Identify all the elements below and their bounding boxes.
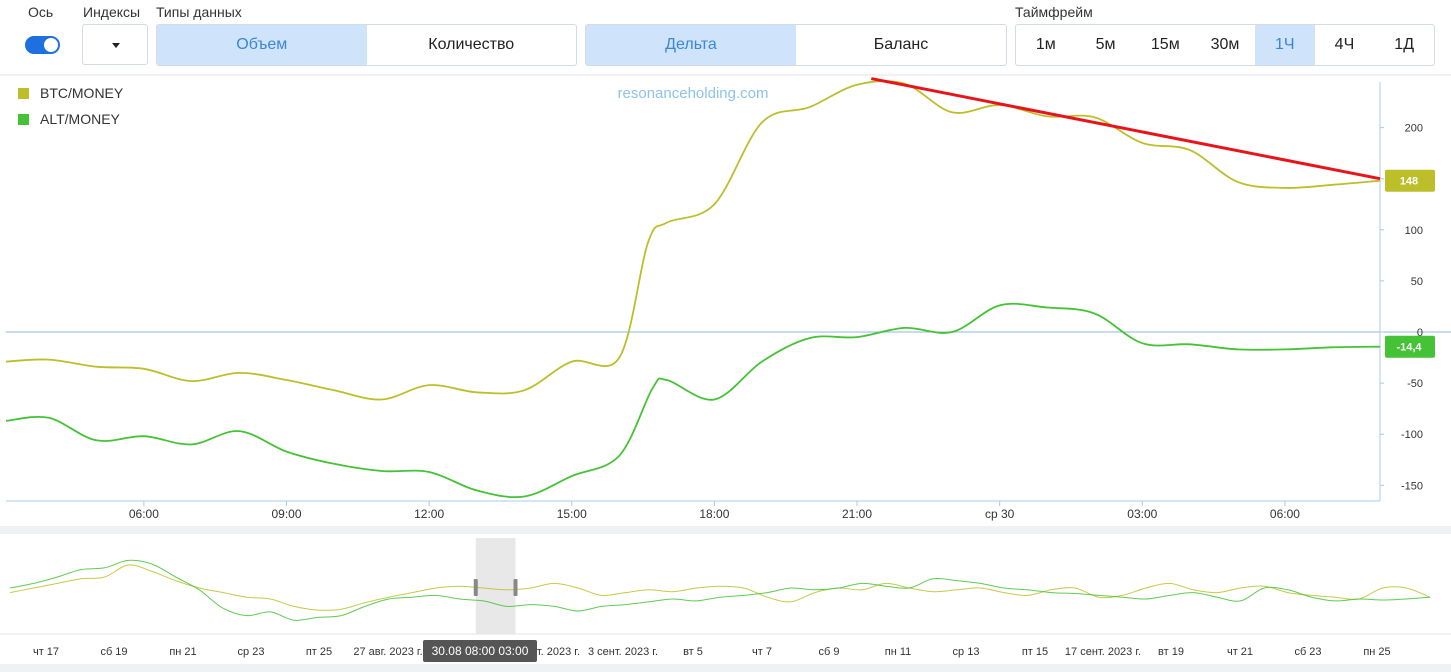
axis-toggle[interactable]	[25, 36, 60, 54]
legend-label: ALT/MONEY	[40, 111, 121, 127]
watermark: resonanceholding.com	[618, 85, 769, 102]
indexes-dropdown[interactable]	[82, 24, 148, 65]
navigator-selection	[475, 538, 516, 634]
y-tick-label: -100	[1401, 429, 1423, 441]
timeframe-1d-button[interactable]: 1Д	[1374, 25, 1434, 65]
navigator-handle[interactable]	[513, 579, 518, 596]
data-type-selector: Объем Количество	[156, 24, 577, 66]
navigator-tick-label: вт 5	[683, 646, 703, 658]
indexes-label: Индексы	[83, 4, 141, 20]
last-value-label: 148	[1400, 176, 1418, 188]
timeframe-1m-button[interactable]: 1м	[1016, 25, 1076, 65]
data-type-volume-button[interactable]: Объем	[157, 25, 367, 65]
navigator-tick-label: пн 11	[885, 646, 912, 658]
x-tick-label: 15:00	[557, 507, 587, 521]
data-type-count-button[interactable]: Количество	[367, 25, 577, 65]
navigator-tick-label: 3 сент. 2023 г.	[588, 646, 658, 658]
chart-panel: 200150100500-50-100-15006:0009:0012:0015…	[0, 76, 1451, 526]
trend-line	[870, 77, 1381, 181]
x-tick-label: ср 30	[985, 507, 1015, 521]
navigator-line-alt	[9, 559, 1431, 621]
caret-down-icon	[112, 43, 120, 48]
y-tick-label: -50	[1407, 378, 1423, 390]
cursor-tooltip-label: 30.08 08:00 03:00	[432, 644, 529, 658]
navigator-handle[interactable]	[473, 579, 478, 596]
timeframe-5m-button[interactable]: 5м	[1076, 25, 1136, 65]
data-types-label: Типы данных	[156, 4, 242, 20]
navigator-tick-label: пн 25	[1363, 646, 1390, 658]
y-tick-label: 200	[1405, 123, 1423, 135]
x-tick-label: 21:00	[842, 507, 872, 521]
timeframe-4h-button[interactable]: 4Ч	[1315, 25, 1375, 65]
navigator-line-btc	[9, 564, 1431, 611]
x-tick-label: 12:00	[414, 507, 444, 521]
navigator-tick-label: 27 авг. 2023 г.	[353, 646, 422, 658]
timeframe-15m-button[interactable]: 15м	[1135, 25, 1195, 65]
timeframe-selector: 1м 5м 15м 30м 1Ч 4Ч 1Д	[1015, 24, 1435, 66]
navigator-panel: чт 17 сб 19 пн 21 ср 23 пт 25 27 авг. 2023 г.…	[0, 534, 1451, 664]
navigator-tick-label: пт 15	[1022, 646, 1048, 658]
navigator-tick-label: сб 23	[1294, 646, 1321, 658]
navigator-tick-label: сб 9	[819, 646, 840, 658]
view-delta-button[interactable]: Дельта	[586, 25, 796, 65]
navigator-tick-label: чт 21	[1227, 646, 1253, 658]
view-selector: Дельта Баланс	[585, 24, 1007, 66]
navigator-tick-label: чт 17	[33, 646, 59, 658]
view-balance-button[interactable]: Баланс	[796, 25, 1006, 65]
x-tick-label: 09:00	[271, 507, 301, 521]
navigator-tick-label: сб 19	[100, 646, 127, 658]
series-line-alt	[5, 302, 1381, 499]
navigator-chart[interactable]: чт 17 сб 19 пн 21 ср 23 пт 25 27 авг. 2023 г.…	[0, 534, 1451, 664]
legend-swatch	[18, 88, 29, 99]
navigator-tick-label: вт 19	[1158, 646, 1184, 658]
timeframe-label: Таймфрейм	[1015, 4, 1093, 20]
series-line-btc	[5, 80, 1381, 401]
timeframe-1h-button[interactable]: 1Ч	[1254, 25, 1315, 65]
legend-label: BTC/MONEY	[40, 85, 124, 101]
timeframe-30m-button[interactable]: 30м	[1195, 25, 1255, 65]
navigator-tick-label: чт 7	[752, 646, 772, 658]
main-chart[interactable]: 200150100500-50-100-15006:0009:0012:0015…	[0, 76, 1451, 526]
y-tick-label: 50	[1411, 276, 1423, 288]
x-tick-label: 06:00	[129, 507, 159, 521]
last-value-label: -14,4	[1396, 342, 1422, 354]
y-tick-label: -150	[1401, 480, 1423, 492]
axis-label: Ось	[28, 4, 54, 20]
x-tick-label: 06:00	[1270, 507, 1300, 521]
x-tick-label: 18:00	[699, 507, 729, 521]
toolbar: Ось Индексы Типы данных Таймфрейм Объем …	[0, 0, 1451, 74]
legend-swatch	[18, 114, 29, 125]
navigator-tick-label: 17 сент. 2023 г.	[1065, 646, 1141, 658]
navigator-tick-label: ср 13	[953, 646, 980, 658]
navigator-tick-label: пт 25	[306, 646, 332, 658]
y-tick-label: 100	[1405, 225, 1423, 237]
navigator-tick-label: пн 21	[169, 646, 196, 658]
navigator-tick-label: ср 23	[238, 646, 265, 658]
x-tick-label: 03:00	[1127, 507, 1157, 521]
toggle-knob	[44, 38, 58, 52]
